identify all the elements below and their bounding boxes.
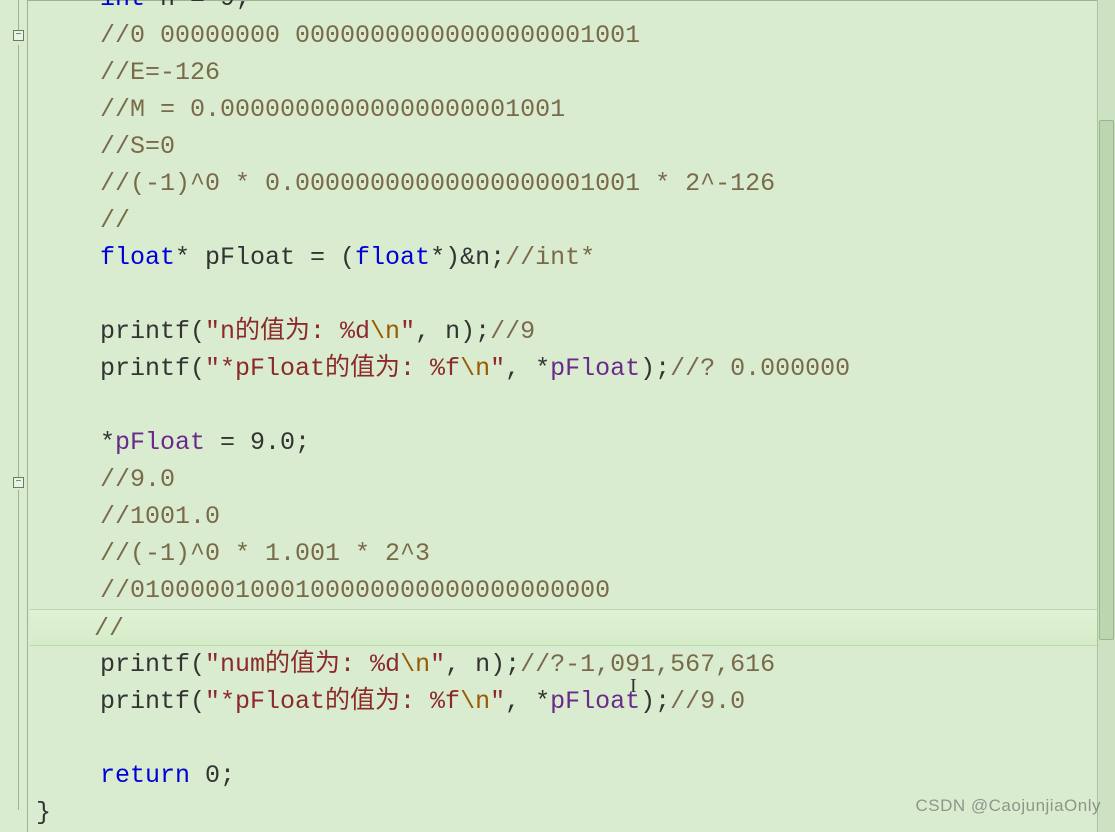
comment: //?-1,091,567,616 xyxy=(520,650,775,679)
watermark-text: CSDN @CaojunjiaOnly xyxy=(916,787,1102,824)
code-line: //0 00000000 00000000000000000001001 xyxy=(30,17,1097,54)
code-line: //M = 0.00000000000000000001001 xyxy=(30,91,1097,128)
keyword-float: float xyxy=(100,243,175,272)
comment: //01000001000100000000000000000000 xyxy=(100,576,610,605)
comment: //(-1)^0 * 1.001 * 2^3 xyxy=(100,539,430,568)
code-line: //01000001000100000000000000000000 xyxy=(30,572,1097,609)
code-line: //1001.0 xyxy=(30,498,1097,535)
code-line: // xyxy=(30,202,1097,239)
code-line-active: // xyxy=(30,609,1097,646)
comment: //9.0 xyxy=(670,687,745,716)
keyword-int: int xyxy=(100,0,145,13)
code-line: //(-1)^0 * 0.00000000000000000001001 * 2… xyxy=(30,165,1097,202)
code-line: printf("n的值为: %d\n", n);//9 xyxy=(30,313,1097,350)
code-line: //(-1)^0 * 1.001 * 2^3 xyxy=(30,535,1097,572)
code-line xyxy=(30,387,1097,424)
comment: //S=0 xyxy=(100,132,175,161)
vertical-scrollbar[interactable] xyxy=(1097,0,1115,832)
code-line: *pFloat = 9.0; xyxy=(30,424,1097,461)
comment: //E=-126 xyxy=(100,58,220,87)
comment: // xyxy=(100,206,130,235)
code-line: //E=-126 xyxy=(30,54,1097,91)
keyword-float: float xyxy=(355,243,430,272)
editor-gutter: − − xyxy=(0,0,28,832)
code-line xyxy=(30,720,1097,757)
comment: //M = 0.00000000000000000001001 xyxy=(100,95,565,124)
code-line xyxy=(30,276,1097,313)
code-line: //9.0 xyxy=(30,461,1097,498)
code-line: printf("num的值为: %d\n", n);//?-1,091,567,… xyxy=(30,646,1097,683)
comment: //(-1)^0 * 0.00000000000000000001001 * 2… xyxy=(100,169,775,198)
code-line: float* pFloat = (float*)&n;//int* xyxy=(30,239,1097,276)
comment: //9.0 xyxy=(100,465,175,494)
code-editor[interactable]: int n = 9; //0 00000000 0000000000000000… xyxy=(30,0,1097,832)
keyword-return: return xyxy=(100,761,190,790)
code-line: printf("*pFloat的值为: %f\n", *pFloat);//? … xyxy=(30,350,1097,387)
comment: //0 00000000 00000000000000000001001 xyxy=(100,21,640,50)
comment: //9 xyxy=(490,317,535,346)
comment: // xyxy=(94,614,124,643)
comment: //? 0.000000 xyxy=(670,354,850,383)
comment: //1001.0 xyxy=(100,502,220,531)
scrollbar-thumb[interactable] xyxy=(1099,120,1114,640)
fold-toggle-icon[interactable]: − xyxy=(13,30,24,41)
code-line: //S=0 xyxy=(30,128,1097,165)
code-line: printf("*pFloat的值为: %f\n", *pFloat);//9.… xyxy=(30,683,1097,720)
comment: //int* xyxy=(505,243,595,272)
code-line: int n = 9; xyxy=(30,0,1097,17)
fold-toggle-icon[interactable]: − xyxy=(13,477,24,488)
